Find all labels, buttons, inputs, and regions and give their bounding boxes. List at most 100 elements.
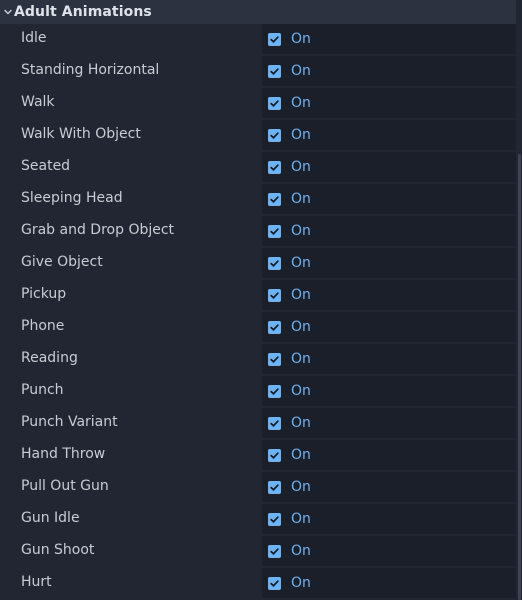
property-row-grab-and-drop-object: Grab and Drop Object On bbox=[0, 216, 516, 248]
property-value-cell[interactable]: On bbox=[262, 216, 516, 246]
checkbox-value-label: On bbox=[291, 511, 311, 527]
checkbox[interactable] bbox=[268, 320, 281, 334]
property-label: Walk With Object bbox=[21, 126, 141, 142]
property-row-walk-with-object: Walk With Object On bbox=[0, 120, 516, 152]
property-label: Sleeping Head bbox=[21, 190, 123, 206]
checkbox-value-label: On bbox=[291, 479, 311, 495]
property-value-cell[interactable]: On bbox=[262, 56, 516, 86]
checkbox[interactable] bbox=[268, 224, 281, 238]
property-label: Hand Throw bbox=[21, 446, 106, 462]
property-value-cell[interactable]: On bbox=[262, 152, 516, 182]
checkbox-value-label: On bbox=[291, 383, 311, 399]
property-value-cell[interactable]: On bbox=[262, 280, 516, 310]
checkmark-icon bbox=[270, 131, 279, 139]
checkbox[interactable] bbox=[268, 96, 281, 110]
property-value-cell[interactable]: On bbox=[262, 568, 516, 598]
property-value-cell[interactable]: On bbox=[262, 24, 516, 54]
property-label: Idle bbox=[21, 30, 47, 46]
property-value-cell[interactable]: On bbox=[262, 312, 516, 342]
property-row-sleeping-head: Sleeping Head On bbox=[0, 184, 516, 216]
checkbox-value-label: On bbox=[291, 351, 311, 367]
property-label: Seated bbox=[21, 158, 71, 174]
property-value-cell[interactable]: On bbox=[262, 120, 516, 150]
checkbox[interactable] bbox=[268, 576, 281, 590]
checkbox[interactable] bbox=[268, 32, 281, 46]
checkmark-icon bbox=[270, 387, 279, 395]
checkbox[interactable] bbox=[268, 416, 281, 430]
checkbox[interactable] bbox=[268, 352, 281, 366]
checkmark-icon bbox=[270, 323, 279, 331]
checkbox[interactable] bbox=[268, 192, 281, 206]
checkbox-value-label: On bbox=[291, 223, 311, 239]
checkmark-icon bbox=[270, 99, 279, 107]
property-row-reading: Reading On bbox=[0, 344, 516, 376]
checkbox[interactable] bbox=[268, 512, 281, 526]
section-title: Adult Animations bbox=[14, 4, 152, 20]
checkbox[interactable] bbox=[268, 288, 281, 302]
property-value-cell[interactable]: On bbox=[262, 344, 516, 374]
checkbox-value-label: On bbox=[291, 159, 311, 175]
checkbox-value-label: On bbox=[291, 31, 311, 47]
property-row-give-object: Give Object On bbox=[0, 248, 516, 280]
checkmark-icon bbox=[270, 227, 279, 235]
chevron-down-icon[interactable] bbox=[2, 0, 14, 24]
scrollbar-thumb[interactable] bbox=[518, 154, 521, 600]
checkbox[interactable] bbox=[268, 64, 281, 78]
property-value-cell[interactable]: On bbox=[262, 408, 516, 438]
checkbox[interactable] bbox=[268, 480, 281, 494]
section-header-adult-animations[interactable]: Adult Animations bbox=[0, 0, 516, 24]
property-label: Punch Variant bbox=[21, 414, 118, 430]
checkbox[interactable] bbox=[268, 160, 281, 174]
property-value-cell[interactable]: On bbox=[262, 184, 516, 214]
property-label: Phone bbox=[21, 318, 65, 334]
property-value-cell[interactable]: On bbox=[262, 440, 516, 470]
property-label: Gun Shoot bbox=[21, 542, 95, 558]
property-value-cell[interactable]: On bbox=[262, 248, 516, 278]
checkbox-value-label: On bbox=[291, 63, 311, 79]
property-value-cell[interactable]: On bbox=[262, 88, 516, 118]
checkbox-value-label: On bbox=[291, 447, 311, 463]
checkbox[interactable] bbox=[268, 384, 281, 398]
property-row-punch: Punch On bbox=[0, 376, 516, 408]
checkbox-value-label: On bbox=[291, 191, 311, 207]
checkmark-icon bbox=[270, 483, 279, 491]
property-value-cell[interactable]: On bbox=[262, 376, 516, 406]
property-row-walk: Walk On bbox=[0, 88, 516, 120]
checkmark-icon bbox=[270, 291, 279, 299]
property-value-cell[interactable]: On bbox=[262, 504, 516, 534]
checkbox[interactable] bbox=[268, 256, 281, 270]
property-value-cell[interactable]: On bbox=[262, 472, 516, 502]
property-list: Idle On Standing Horizontal On Walk On W… bbox=[0, 24, 516, 600]
property-row-hurt: Hurt On bbox=[0, 568, 516, 600]
property-label: Pull Out Gun bbox=[21, 478, 109, 494]
checkbox-value-label: On bbox=[291, 255, 311, 271]
checkbox-value-label: On bbox=[291, 95, 311, 111]
checkmark-icon bbox=[270, 451, 279, 459]
checkmark-icon bbox=[270, 547, 279, 555]
property-label: Give Object bbox=[21, 254, 103, 270]
scrollbar[interactable] bbox=[516, 0, 522, 600]
checkmark-icon bbox=[270, 67, 279, 75]
checkmark-icon bbox=[270, 579, 279, 587]
checkmark-icon bbox=[270, 259, 279, 267]
property-row-gun-shoot: Gun Shoot On bbox=[0, 536, 516, 568]
property-value-cell[interactable]: On bbox=[262, 536, 516, 566]
checkbox-value-label: On bbox=[291, 287, 311, 303]
checkbox[interactable] bbox=[268, 448, 281, 462]
checkmark-icon bbox=[270, 163, 279, 171]
property-row-phone: Phone On bbox=[0, 312, 516, 344]
checkbox[interactable] bbox=[268, 128, 281, 142]
property-row-pickup: Pickup On bbox=[0, 280, 516, 312]
checkbox-value-label: On bbox=[291, 127, 311, 143]
checkmark-icon bbox=[270, 355, 279, 363]
property-label: Pickup bbox=[21, 286, 67, 302]
checkbox[interactable] bbox=[268, 544, 281, 558]
property-row-pull-out-gun: Pull Out Gun On bbox=[0, 472, 516, 504]
property-label: Hurt bbox=[21, 574, 52, 590]
checkmark-icon bbox=[270, 515, 279, 523]
property-row-standing-horizontal: Standing Horizontal On bbox=[0, 56, 516, 88]
property-label: Grab and Drop Object bbox=[21, 222, 175, 238]
property-row-punch-variant: Punch Variant On bbox=[0, 408, 516, 440]
property-label: Reading bbox=[21, 350, 78, 366]
checkmark-icon bbox=[270, 419, 279, 427]
